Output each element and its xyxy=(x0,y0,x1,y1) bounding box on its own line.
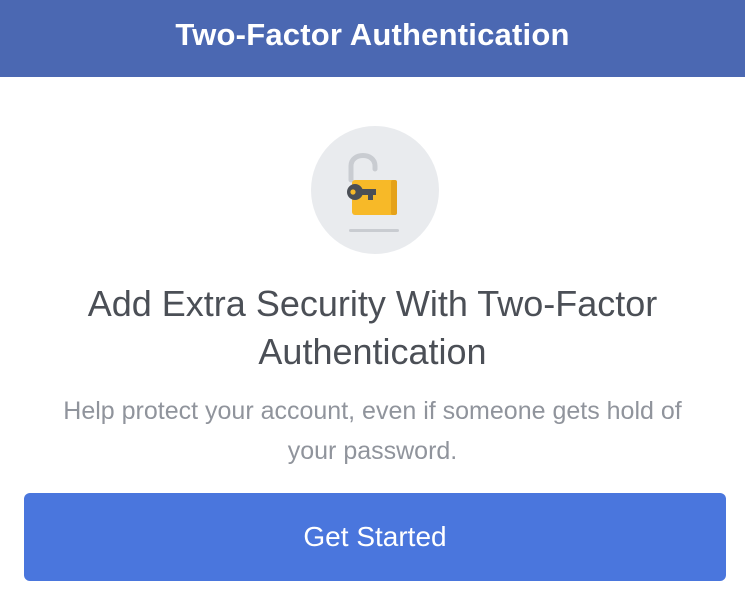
nav-bar: Two-Factor Authentication xyxy=(0,0,745,77)
page-title: Two-Factor Authentication xyxy=(175,16,570,52)
icon-badge xyxy=(311,126,439,254)
headline: Add Extra Security With Two-Factor Authe… xyxy=(87,283,658,372)
unlocked-padlock-with-key-icon xyxy=(347,153,399,232)
get-started-button[interactable]: Get Started xyxy=(24,493,726,581)
description-text: Help protect your account, even if someo… xyxy=(63,397,682,465)
